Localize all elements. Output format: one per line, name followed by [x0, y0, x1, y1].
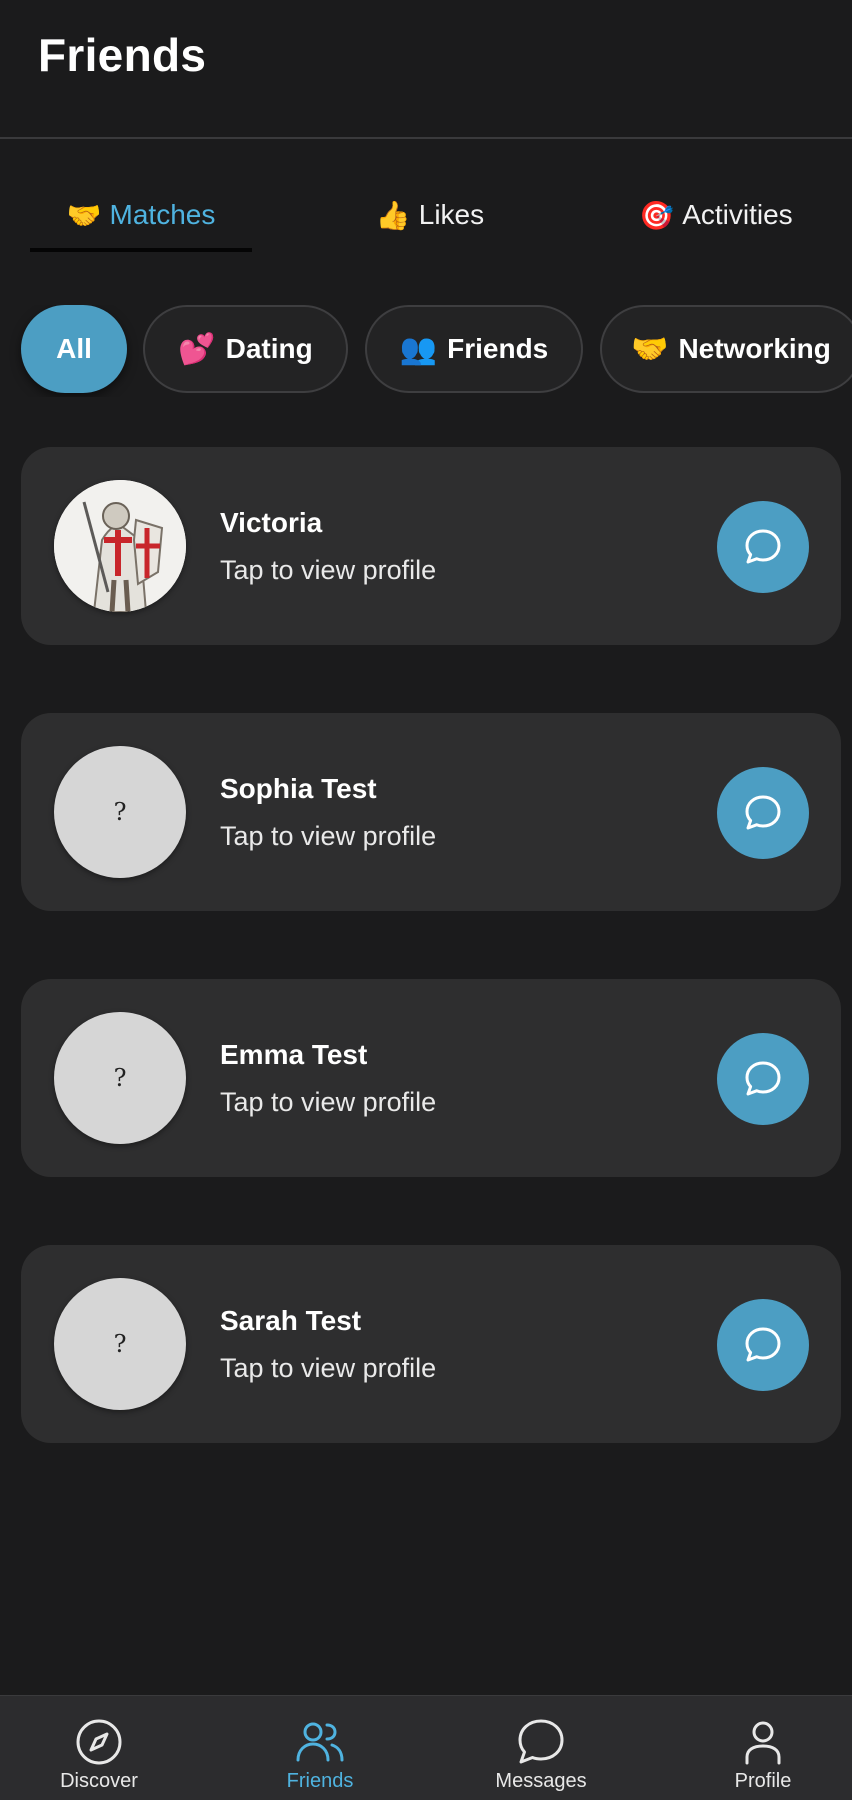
- nav-label: Discover: [60, 1770, 138, 1792]
- tab-label: Matches: [109, 199, 216, 230]
- chip-label: Networking: [678, 333, 831, 364]
- match-card[interactable]: ? Emma Test Tap to view profile: [21, 979, 841, 1177]
- nav-label: Profile: [734, 1770, 792, 1792]
- avatar[interactable]: ?: [54, 746, 186, 878]
- tab-label: Activities: [682, 199, 793, 230]
- match-subtitle: Tap to view profile: [220, 1353, 437, 1383]
- match-subtitle: Tap to view profile: [220, 1087, 437, 1117]
- page-title: Friends: [38, 29, 207, 81]
- filter-chip-dating[interactable]: 💕 Dating: [143, 305, 348, 393]
- message-button[interactable]: [717, 1299, 809, 1391]
- match-card[interactable]: Victoria Tap to view profile: [21, 447, 841, 645]
- person-icon: [737, 1716, 789, 1768]
- target-icon: 🎯: [639, 199, 675, 231]
- chat-bubble-icon: [745, 1061, 781, 1096]
- tab-likes[interactable]: 👍 Likes: [320, 180, 540, 250]
- avatar-placeholder: ?: [113, 1330, 127, 1358]
- handshake-icon: 🤝: [66, 199, 102, 231]
- match-name: Sarah Test: [220, 1305, 362, 1336]
- people-icon: [294, 1716, 346, 1768]
- match-card[interactable]: ? Sophia Test Tap to view profile: [21, 713, 841, 911]
- nav-profile[interactable]: Profile: [683, 1696, 843, 1800]
- filter-chips: All 💕 Dating 👥 Friends 🤝 Networking: [0, 305, 852, 397]
- nav-discover[interactable]: Discover: [19, 1696, 179, 1800]
- compass-icon: [73, 1716, 125, 1768]
- match-name: Sophia Test: [220, 773, 377, 804]
- message-button[interactable]: [717, 501, 809, 593]
- nav-label: Friends: [286, 1770, 354, 1792]
- chip-label: Friends: [447, 333, 549, 364]
- tab-activities[interactable]: 🎯 Activities: [600, 180, 832, 250]
- chat-bubble-icon: [515, 1716, 567, 1768]
- avatar[interactable]: ?: [54, 1278, 186, 1410]
- avatar[interactable]: [54, 480, 186, 612]
- chip-label: All: [56, 333, 92, 364]
- nav-friends[interactable]: Friends: [240, 1696, 400, 1800]
- nav-messages[interactable]: Messages: [461, 1696, 621, 1800]
- filter-chip-friends[interactable]: 👥 Friends: [365, 305, 583, 393]
- chat-bubble-icon: [745, 795, 781, 830]
- tab-bar: 🤝 Matches 👍 Likes 🎯 Activities: [0, 180, 852, 252]
- avatar-placeholder: ?: [113, 798, 127, 826]
- match-subtitle: Tap to view profile: [220, 555, 437, 585]
- message-button[interactable]: [717, 1033, 809, 1125]
- match-name: Victoria: [220, 507, 323, 538]
- avatar-placeholder: ?: [113, 1064, 127, 1092]
- tab-matches[interactable]: 🤝 Matches: [30, 180, 252, 250]
- avatar[interactable]: ?: [54, 1012, 186, 1144]
- chat-bubble-icon: [745, 1327, 781, 1362]
- filter-chip-networking[interactable]: 🤝 Networking: [600, 305, 852, 393]
- match-subtitle: Tap to view profile: [220, 821, 437, 851]
- handshake-icon: 🤝: [631, 332, 669, 366]
- header: Friends: [0, 0, 852, 139]
- nav-label: Messages: [495, 1770, 587, 1792]
- people-icon: 👥: [399, 332, 438, 366]
- friends-screen: Friends 🤝 Matches 👍 Likes 🎯 Activities A…: [0, 0, 852, 1800]
- chip-label: Dating: [225, 333, 313, 364]
- match-card[interactable]: ? Sarah Test Tap to view profile: [21, 1245, 841, 1443]
- bottom-navigation: Discover Friends Messages Profile: [0, 1695, 852, 1800]
- filter-chip-all[interactable]: All: [21, 305, 127, 393]
- two-hearts-icon: 💕: [178, 332, 216, 366]
- chat-bubble-icon: [745, 529, 781, 564]
- tab-label: Likes: [418, 199, 485, 230]
- message-button[interactable]: [717, 767, 809, 859]
- active-tab-indicator: [30, 248, 252, 252]
- knight-avatar-image: [54, 480, 186, 612]
- thumbs-up-icon: 👍: [375, 199, 411, 231]
- match-name: Emma Test: [220, 1039, 368, 1070]
